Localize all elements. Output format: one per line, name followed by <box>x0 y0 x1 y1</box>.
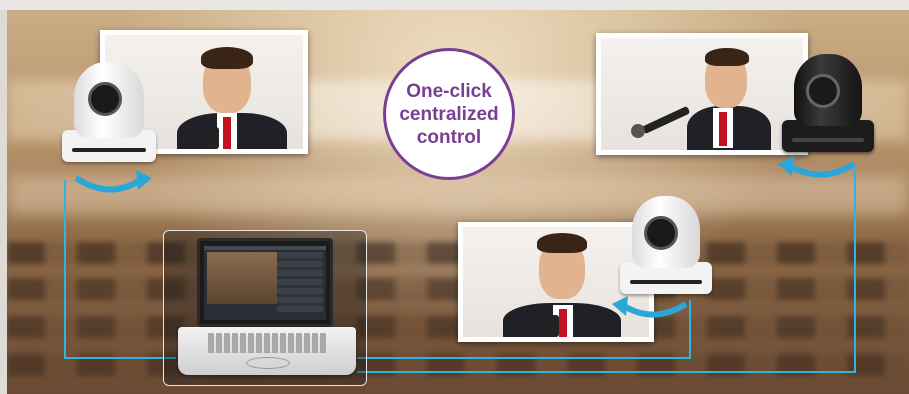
rotate-arrow-icon <box>612 296 688 318</box>
badge-text: One-click centralized control <box>399 80 499 148</box>
ptz-camera-icon <box>620 196 712 300</box>
speaker-photo-right <box>596 33 808 155</box>
ptz-camera-icon <box>782 54 874 158</box>
ptz-camera-icon <box>62 60 156 168</box>
rotate-arrow-icon <box>74 170 152 193</box>
laptop-keyboard <box>178 327 356 375</box>
rotate-arrow-icon <box>778 156 856 178</box>
laptop-icon <box>197 238 333 327</box>
control-software-screen <box>204 246 326 320</box>
centralized-control-badge: One-click centralized control <box>383 48 515 180</box>
